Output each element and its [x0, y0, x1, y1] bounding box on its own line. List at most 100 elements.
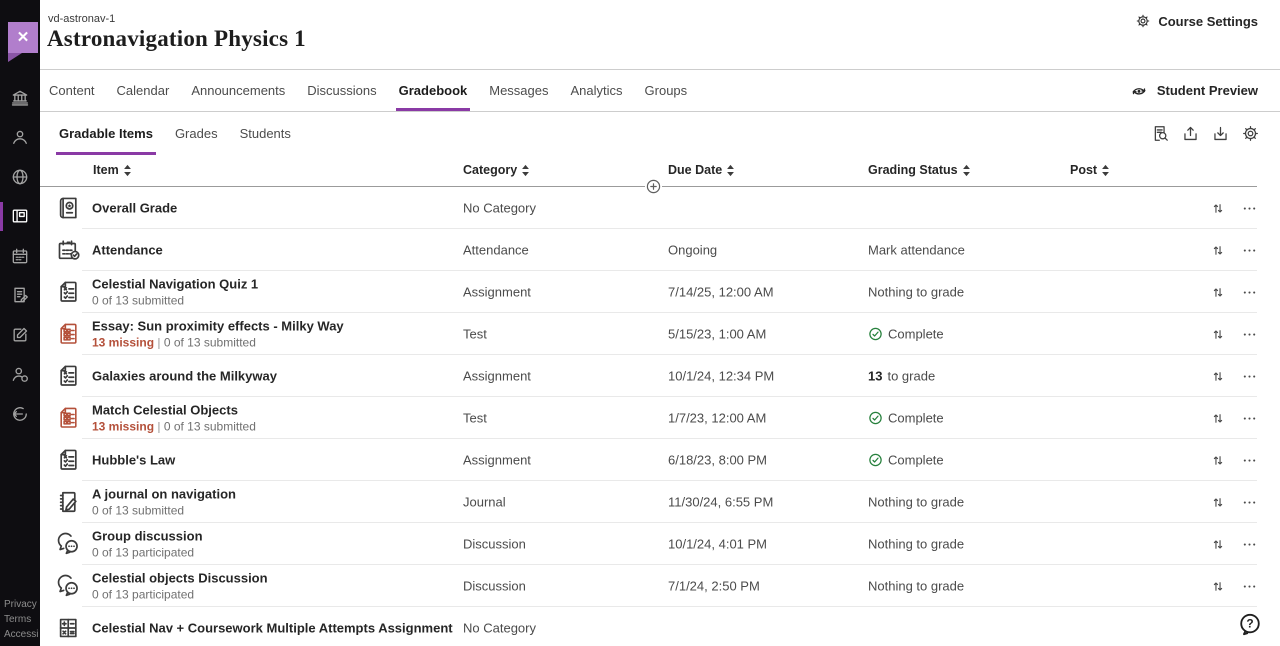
row-menu-button[interactable]	[1242, 579, 1257, 594]
row-menu-button[interactable]	[1242, 201, 1257, 216]
column-header-category[interactable]: Category	[463, 163, 530, 177]
column-label: Item	[93, 163, 119, 177]
reorder-row-button[interactable]	[1211, 285, 1225, 300]
sidebar-item-globe[interactable]	[0, 157, 40, 197]
tab-calendar[interactable]: Calendar	[114, 70, 173, 111]
sidebar-item-profile[interactable]	[0, 118, 40, 158]
item-link[interactable]: Celestial Navigation Quiz 1	[92, 277, 258, 292]
reorder-row-button[interactable]	[1211, 537, 1225, 552]
column-header-due-date[interactable]: Due Date	[668, 163, 735, 177]
grading-status-cell: Complete	[868, 411, 944, 426]
sort-icon	[726, 164, 735, 177]
column-label: Grading Status	[868, 163, 958, 177]
sidebar-item-messages[interactable]	[0, 315, 40, 355]
tab-gradebook[interactable]: Gradebook	[396, 70, 471, 111]
row-menu-button[interactable]	[1242, 243, 1257, 258]
gradebook-page: PrivacyTermsAccessibility ✕ vd-astronav-…	[0, 0, 1280, 646]
category-cell: Discussion	[463, 579, 526, 594]
upload-icon	[1181, 124, 1200, 143]
profile-icon	[10, 127, 30, 147]
course-content: vd-astronav-1 Astronavigation Physics 1 …	[40, 0, 1280, 646]
tab-content[interactable]: Content	[46, 70, 98, 111]
reorder-row-button[interactable]	[1211, 579, 1225, 594]
reorder-row-button[interactable]	[1211, 201, 1225, 216]
download-button[interactable]	[1211, 124, 1230, 143]
grade-history-button[interactable]	[1151, 124, 1170, 143]
category-cell: Assignment	[463, 369, 531, 384]
item-link[interactable]: Match Celestial Objects	[92, 403, 256, 418]
row-menu-button[interactable]	[1242, 327, 1257, 342]
assignment-icon	[55, 363, 82, 390]
reorder-row-button[interactable]	[1211, 495, 1225, 510]
due-date-cell: 11/30/24, 6:55 PM	[668, 495, 773, 510]
sidebar-nav	[0, 78, 40, 434]
row-menu-button[interactable]	[1242, 495, 1257, 510]
category-cell: Journal	[463, 495, 506, 510]
help-button[interactable]: ?	[1236, 610, 1264, 638]
column-header-item[interactable]: Item	[93, 163, 132, 177]
category-cell: Test	[463, 411, 487, 426]
footer-link-accessibility[interactable]: Accessibility	[4, 627, 39, 642]
gear-button[interactable]	[1241, 124, 1260, 143]
category-cell: No Category	[463, 621, 536, 636]
sidebar-item-admin[interactable]	[0, 355, 40, 395]
sign-out-icon	[10, 404, 30, 424]
discussion-icon	[55, 531, 82, 558]
footer-link-privacy[interactable]: Privacy	[4, 597, 39, 612]
item-link[interactable]: Celestial objects Discussion	[92, 571, 268, 586]
item-link[interactable]: Essay: Sun proximity effects - Milky Way	[92, 319, 344, 334]
row-menu-button[interactable]	[1242, 453, 1257, 468]
item-link[interactable]: Celestial Nav + Coursework Multiple Atte…	[92, 621, 452, 636]
tab-announcements[interactable]: Announcements	[188, 70, 288, 111]
reorder-row-button[interactable]	[1211, 369, 1225, 384]
item-link[interactable]: Galaxies around the Milkyway	[92, 369, 277, 384]
subtab-grades[interactable]: Grades	[172, 112, 221, 155]
row-menu-button[interactable]	[1242, 285, 1257, 300]
subtab-students[interactable]: Students	[237, 112, 294, 155]
student-preview-icon	[1129, 81, 1149, 101]
item-submission-summary: 0 of 13 participated	[92, 546, 203, 560]
row-menu-button[interactable]	[1242, 537, 1257, 552]
column-label: Due Date	[668, 163, 722, 177]
missing-count: 13 missing	[92, 420, 154, 434]
subtab-gradable-items[interactable]: Gradable Items	[56, 112, 156, 155]
tab-discussions[interactable]: Discussions	[304, 70, 379, 111]
item-link[interactable]: Overall Grade	[92, 201, 177, 216]
item-submission-summary: 0 of 13 submitted	[92, 504, 236, 518]
reorder-row-button[interactable]	[1211, 453, 1225, 468]
sidebar-item-institution[interactable]	[0, 78, 40, 118]
sort-icon	[1101, 164, 1110, 177]
row-menu-button[interactable]	[1242, 411, 1257, 426]
gear-icon	[1135, 13, 1151, 29]
plus-circle-icon	[645, 178, 662, 195]
footer-link-terms[interactable]: Terms	[4, 612, 39, 627]
upload-button[interactable]	[1181, 124, 1200, 143]
row-menu-button[interactable]	[1242, 369, 1257, 384]
close-course-button[interactable]: ✕	[8, 22, 38, 53]
table-row: Essay: Sun proximity effects - Milky Way…	[40, 313, 1280, 355]
sidebar-item-calendar[interactable]	[0, 236, 40, 276]
category-cell: Assignment	[463, 285, 531, 300]
tab-groups[interactable]: Groups	[642, 70, 691, 111]
reorder-row-button[interactable]	[1211, 411, 1225, 426]
add-item-button[interactable]	[645, 178, 662, 195]
item-link[interactable]: A journal on navigation	[92, 487, 236, 502]
column-header-grading-status[interactable]: Grading Status	[868, 163, 971, 177]
tab-analytics[interactable]: Analytics	[568, 70, 626, 111]
student-preview-button[interactable]: Student Preview	[1129, 70, 1258, 111]
sidebar-item-courses[interactable]	[0, 197, 40, 237]
item-link[interactable]: Group discussion	[92, 529, 203, 544]
tab-messages[interactable]: Messages	[486, 70, 551, 111]
student-preview-label: Student Preview	[1157, 83, 1258, 98]
due-date-cell: 1/7/23, 12:00 AM	[668, 411, 766, 426]
sidebar-item-activity-stream[interactable]	[0, 276, 40, 316]
item-submission-summary: 13 missing | 0 of 13 submitted	[92, 336, 344, 350]
column-header-post[interactable]: Post	[1070, 163, 1110, 177]
course-settings-button[interactable]: Course Settings	[1135, 13, 1258, 29]
item-link[interactable]: Attendance	[92, 243, 163, 258]
globe-icon	[10, 167, 30, 187]
sidebar-item-sign-out[interactable]	[0, 394, 40, 434]
item-link[interactable]: Hubble's Law	[92, 453, 175, 468]
reorder-row-button[interactable]	[1211, 327, 1225, 342]
reorder-row-button[interactable]	[1211, 243, 1225, 258]
